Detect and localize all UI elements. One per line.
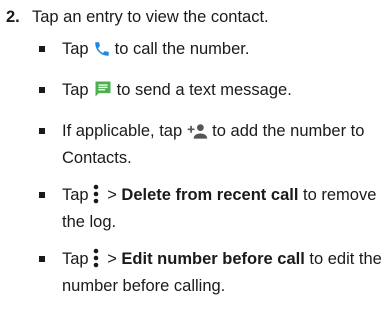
menu-option-label: Delete from recent call [121, 186, 299, 204]
list-item-edit-number: Tap > Edit number before call to edit th… [38, 248, 383, 298]
item-text-before: Tap [62, 40, 89, 58]
item-text-before: Tap [62, 250, 89, 268]
substep-list: Tap to call the number. Tap to send a text… [38, 38, 383, 312]
step-number: 2. [6, 8, 20, 26]
list-item-call: Tap to call the number. [38, 38, 383, 65]
step-2: 2. Tap an entry to view the contact. [6, 6, 269, 28]
bullet [39, 192, 45, 198]
bullet [39, 46, 45, 52]
separator: > [102, 186, 122, 204]
bullet [39, 128, 45, 134]
separator: > [102, 250, 122, 268]
bullet [39, 87, 45, 93]
menu-option-label: Edit number before call [121, 250, 305, 268]
item-text-before: If applicable, tap [62, 122, 183, 140]
phone-icon [93, 40, 111, 65]
message-icon [93, 79, 113, 106]
list-item-delete-log: Tap > Delete from recent call to remove … [38, 184, 383, 234]
item-text-after: to send a text message. [116, 81, 292, 99]
more-options-icon [93, 248, 99, 275]
add-contact-icon [186, 122, 208, 147]
step-text: Tap an entry to view the contact. [32, 8, 269, 26]
item-text-after: to call the number. [114, 40, 250, 58]
more-options-icon [93, 184, 99, 211]
list-item-message: Tap to send a text message. [38, 79, 383, 106]
item-text-before: Tap [62, 81, 89, 99]
list-item-add-contact: If applicable, tap to add the number to C… [38, 120, 383, 170]
bullet [39, 256, 45, 262]
item-text-before: Tap [62, 186, 89, 204]
